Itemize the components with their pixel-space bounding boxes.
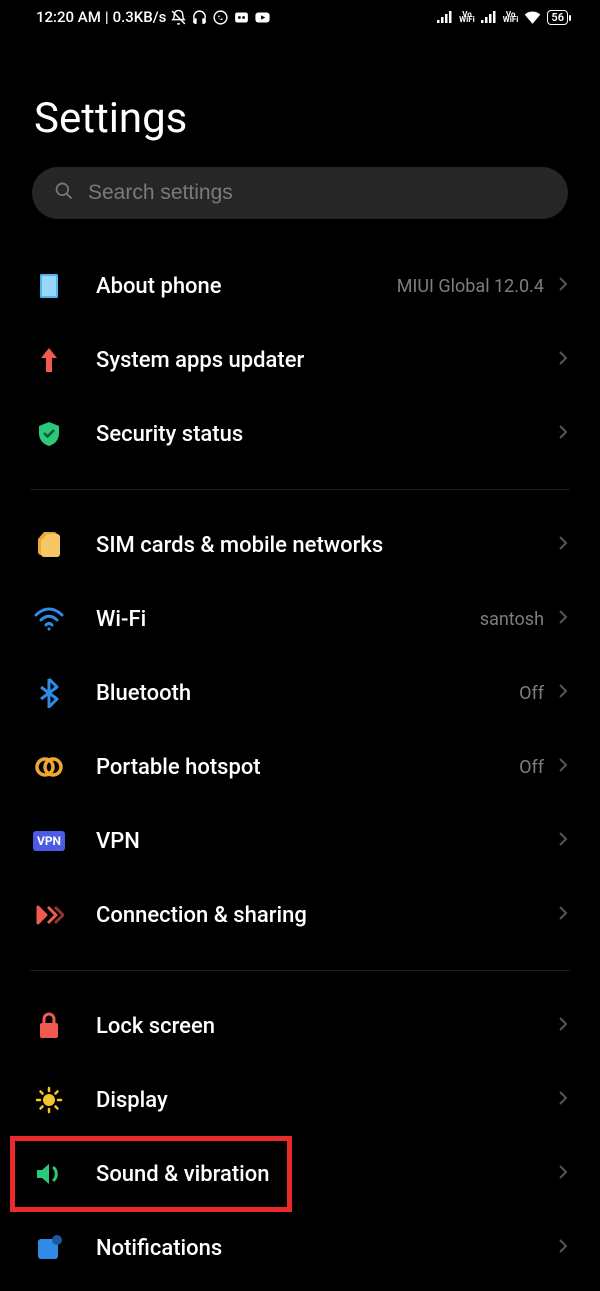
item-display[interactable]: Display [0,1063,600,1137]
about-phone-icon [34,271,64,301]
item-system-apps-updater[interactable]: System apps updater [0,323,600,397]
sim-icon [34,530,64,560]
page-title: Settings [0,32,600,167]
item-security-status[interactable]: Security status [0,397,600,471]
item-connection-sharing[interactable]: Connection & sharing [0,878,600,952]
chevron-right-icon [558,1164,568,1184]
lock-icon [34,1011,64,1041]
chevron-right-icon [558,535,568,555]
settings-list: About phone MIUI Global 12.0.4 System ap… [0,243,600,1285]
wifi-icon [34,604,64,634]
vowifi-2-icon: VoWiFi [503,12,519,22]
chevron-right-icon [558,1016,568,1036]
status-left: 12:20 AM | 0.3KB/s [36,8,271,26]
battery-icon: 56 [547,10,568,25]
pipe: | [105,8,109,26]
item-label: System apps updater [96,348,558,373]
connection-icon [34,900,64,930]
chevron-right-icon [558,424,568,444]
item-label: Wi-Fi [96,607,480,632]
chevron-right-icon [558,1090,568,1110]
status-net-speed: 0.3KB/s [113,8,167,26]
search-input[interactable] [88,181,546,205]
chevron-right-icon [558,831,568,851]
status-time: 12:20 AM [36,8,101,26]
chevron-right-icon [558,276,568,296]
app-icon-1 [233,9,250,26]
status-bar: 12:20 AM | 0.3KB/s VoWiFi VoWiFi 56 [0,0,600,32]
item-label: Connection & sharing [96,903,558,928]
signal-2-icon [481,11,497,23]
youtube-icon [254,9,271,26]
updater-icon [34,345,64,375]
headphones-icon [191,9,208,26]
item-label: Portable hotspot [96,755,519,780]
item-value: Off [519,683,544,704]
bluetooth-icon [34,678,64,708]
item-wifi[interactable]: Wi-Fi santosh [0,582,600,656]
wifi-status-icon [524,11,541,24]
signal-1-icon [437,11,453,23]
chevron-right-icon [558,1238,568,1258]
item-lock-screen[interactable]: Lock screen [0,989,600,1063]
item-value: santosh [480,609,544,630]
chevron-right-icon [558,609,568,629]
chevron-right-icon [558,905,568,925]
status-right: VoWiFi VoWiFi 56 [437,10,568,25]
search-container [32,167,568,219]
divider [30,970,570,971]
item-value: Off [519,757,544,778]
item-label: Bluetooth [96,681,519,706]
hotspot-icon [34,752,64,782]
item-about-phone[interactable]: About phone MIUI Global 12.0.4 [0,249,600,323]
item-label: Sound & vibration [96,1162,558,1187]
whatsapp-icon [212,9,229,26]
security-icon [34,419,64,449]
notifications-icon [34,1233,64,1263]
item-label: Security status [96,422,558,447]
dnd-icon [170,9,187,26]
vpn-icon: VPN [34,826,64,856]
item-portable-hotspot[interactable]: Portable hotspot Off [0,730,600,804]
item-label: Lock screen [96,1014,558,1039]
item-notifications[interactable]: Notifications [0,1211,600,1285]
vowifi-1-icon: VoWiFi [459,12,475,22]
item-label: Display [96,1088,558,1113]
item-bluetooth[interactable]: Bluetooth Off [0,656,600,730]
chevron-right-icon [558,683,568,703]
display-icon [34,1085,64,1115]
item-sound-vibration[interactable]: Sound & vibration [0,1137,600,1211]
search-icon [54,181,74,205]
item-value: MIUI Global 12.0.4 [397,276,544,297]
sound-icon [34,1159,64,1189]
item-vpn[interactable]: VPN VPN [0,804,600,878]
chevron-right-icon [558,350,568,370]
item-sim-cards[interactable]: SIM cards & mobile networks [0,508,600,582]
chevron-right-icon [558,757,568,777]
item-label: VPN [96,829,558,854]
search-box[interactable] [32,167,568,219]
item-label: Notifications [96,1236,558,1261]
divider [30,489,570,490]
item-label: About phone [96,274,397,299]
item-label: SIM cards & mobile networks [96,533,558,558]
